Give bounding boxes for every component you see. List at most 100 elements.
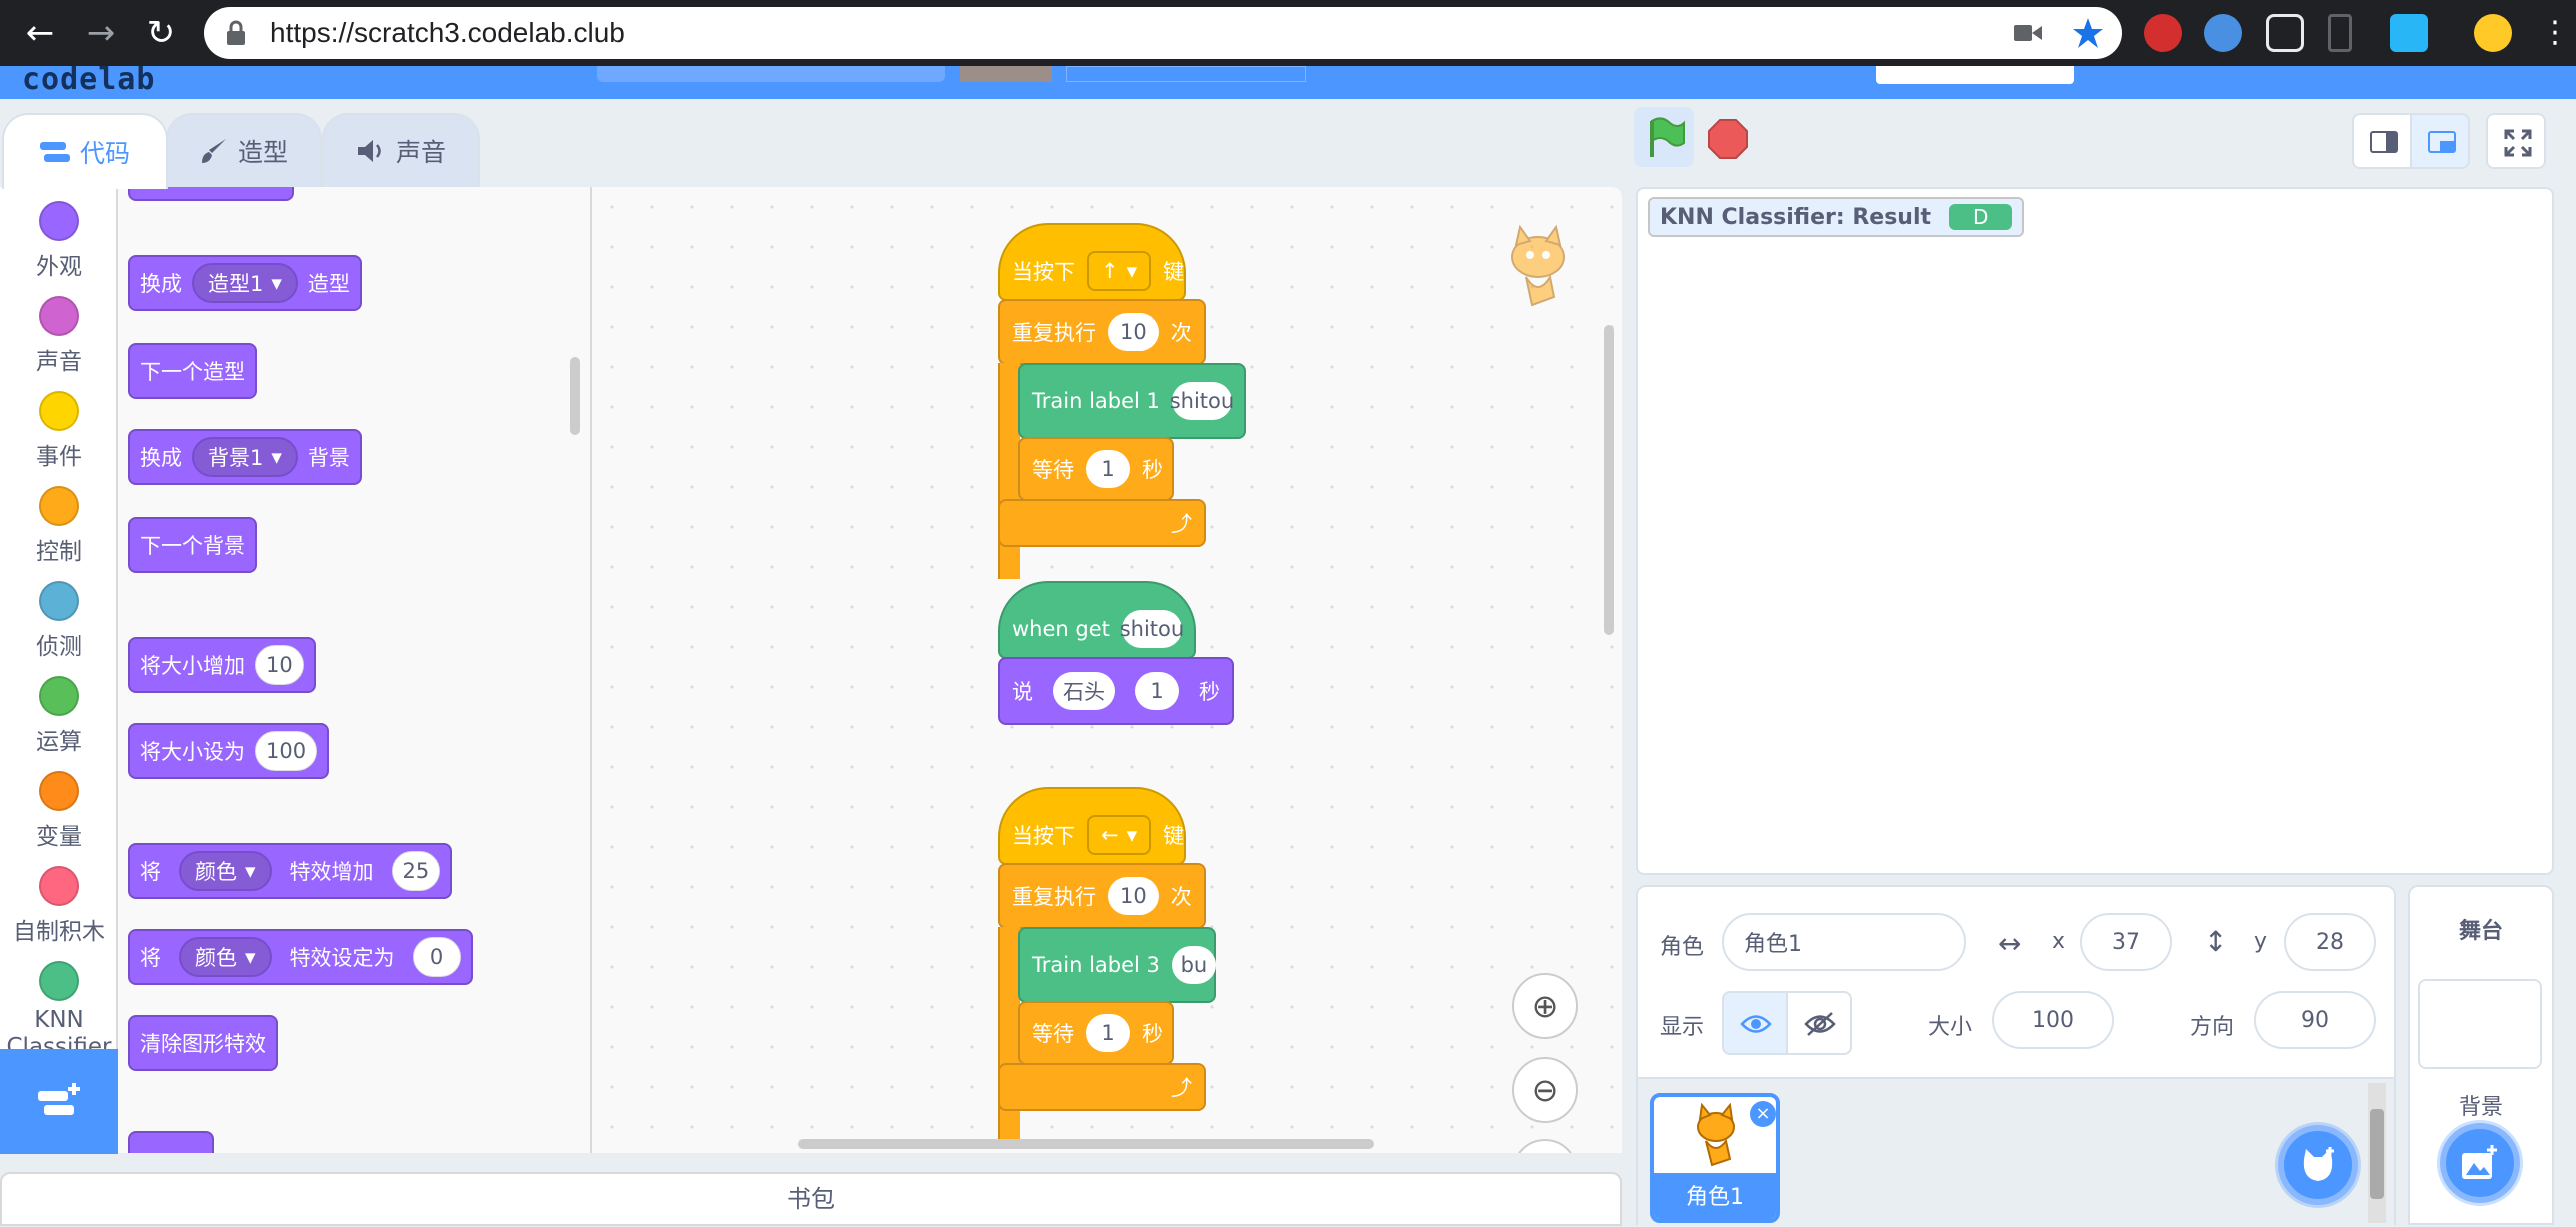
category-sensing[interactable]: 侦测: [0, 581, 116, 661]
number-input[interactable]: 1: [1086, 1014, 1130, 1052]
tab-code[interactable]: 代码: [2, 113, 168, 189]
number-input[interactable]: 1: [1086, 450, 1130, 488]
project-title-input[interactable]: [597, 66, 945, 82]
green-flag-button[interactable]: [1634, 107, 1694, 167]
number-input[interactable]: 10: [1108, 313, 1159, 351]
choose-backdrop-button[interactable]: [2440, 1123, 2520, 1203]
palette-set-effect-block[interactable]: 将 颜色 ▾ 特效设定为 0: [128, 929, 473, 985]
category-operators[interactable]: 运算: [0, 676, 116, 756]
share-button[interactable]: [960, 66, 1052, 82]
train-label-block[interactable]: Train label 1 shitou: [1018, 363, 1246, 439]
camera-blocked-icon[interactable]: [2014, 23, 2042, 43]
address-bar[interactable]: https://scratch3.codelab.club: [204, 7, 2122, 59]
palette-scrollbar[interactable]: [570, 357, 580, 435]
account-box[interactable]: [1876, 66, 2074, 84]
category-sound[interactable]: 声音: [0, 296, 116, 376]
extension-check-icon[interactable]: [2204, 14, 2242, 52]
tab-sounds[interactable]: 声音: [322, 113, 480, 187]
zoom-reset-button[interactable]: =: [1512, 1139, 1578, 1153]
train-label-block[interactable]: Train label 3 bu: [1018, 927, 1216, 1003]
add-extension-button[interactable]: [0, 1049, 118, 1154]
reload-icon[interactable]: ↻: [138, 10, 184, 56]
palette-next-costume-block[interactable]: 下一个造型: [128, 343, 257, 399]
wait-block[interactable]: 等待 1 秒: [1018, 437, 1174, 501]
category-events[interactable]: 事件: [0, 391, 116, 471]
repeat-block[interactable]: 重复执行 10 次: [998, 299, 1206, 365]
text-input[interactable]: shitou: [1120, 610, 1184, 648]
sprite-thumbnail[interactable]: 角色1 ×: [1650, 1093, 1780, 1223]
category-control[interactable]: 控制: [0, 486, 116, 566]
direction-input[interactable]: 90: [2254, 991, 2376, 1049]
sprite-name-input[interactable]: 角色1: [1722, 913, 1966, 971]
when-key-pressed-hat[interactable]: 当按下 ← ▾ 键: [998, 787, 1186, 865]
script-workspace[interactable]: 当按下 ↑ ▾ 键 重复执行 10 次 Train label 1 shitou …: [592, 187, 1622, 1153]
show-visible-button[interactable]: [1722, 991, 1788, 1055]
repeat-block[interactable]: 重复执行 10 次: [998, 863, 1206, 929]
category-variables[interactable]: 变量: [0, 771, 116, 851]
effect-dropdown[interactable]: 颜色 ▾: [179, 937, 272, 977]
fullscreen-button[interactable]: [2486, 113, 2546, 169]
palette-change-effect-block[interactable]: 将 颜色 ▾ 特效增加 25: [128, 843, 453, 899]
x-input[interactable]: 37: [2080, 913, 2172, 971]
y-input[interactable]: 28: [2284, 913, 2376, 971]
backdrop-dropdown[interactable]: 背景1 ▾: [192, 437, 298, 477]
say-for-secs-block[interactable]: 说 石头 1 秒: [998, 657, 1234, 725]
number-input[interactable]: 0: [412, 937, 461, 977]
wait-block[interactable]: 等待 1 秒: [1018, 1001, 1174, 1065]
zoom-in-button[interactable]: ⊕: [1512, 973, 1578, 1039]
sprite-list-scroll-thumb[interactable]: [2370, 1109, 2384, 1199]
small-stage-button[interactable]: [2352, 113, 2412, 169]
number-input[interactable]: 1: [1135, 672, 1179, 710]
large-stage-button[interactable]: [2410, 113, 2470, 169]
stage[interactable]: KNN Classifier: Result D: [1636, 187, 2554, 875]
costume-dropdown[interactable]: 造型1 ▾: [192, 263, 298, 303]
delete-sprite-icon[interactable]: ×: [1750, 1101, 1776, 1127]
number-input[interactable]: 10: [255, 645, 304, 685]
number-input[interactable]: 25: [391, 851, 441, 891]
text-input[interactable]: 石头: [1053, 672, 1115, 710]
key-dropdown[interactable]: ↑ ▾: [1087, 251, 1152, 291]
extension-glasses-icon[interactable]: [2266, 14, 2304, 52]
profile-avatar[interactable]: [2474, 14, 2512, 52]
palette-block-partial[interactable]: [128, 1131, 214, 1153]
palette-switch-backdrop-block[interactable]: 换成 背景1 ▾ 背景: [128, 429, 362, 485]
see-project-button[interactable]: [1066, 66, 1306, 82]
sprite-list-scrollbar[interactable]: [2368, 1083, 2386, 1223]
knn-result-monitor[interactable]: KNN Classifier: Result D: [1648, 197, 2025, 237]
category-looks[interactable]: 外观: [0, 201, 116, 281]
forward-icon[interactable]: →: [78, 10, 124, 56]
zoom-out-button[interactable]: ⊖: [1512, 1057, 1578, 1123]
palette-switch-costume-block[interactable]: 换成 造型1 ▾ 造型: [128, 255, 362, 311]
bookmark-star-icon[interactable]: [2072, 17, 2104, 49]
workspace-horizontal-scrollbar[interactable]: [798, 1139, 1374, 1149]
workspace-vertical-scrollbar[interactable]: [1604, 325, 1614, 635]
category-my-blocks[interactable]: 自制积木: [0, 866, 116, 946]
key-dropdown[interactable]: ← ▾: [1087, 815, 1152, 855]
when-key-pressed-hat[interactable]: 当按下 ↑ ▾ 键: [998, 223, 1186, 301]
effect-dropdown[interactable]: 颜色 ▾: [179, 851, 272, 891]
backpack[interactable]: 书包: [0, 1172, 1622, 1226]
choose-sprite-button[interactable]: [2278, 1125, 2358, 1205]
extension-stop-icon[interactable]: [2144, 14, 2182, 52]
text-input[interactable]: bu: [1171, 946, 1216, 984]
stop-icon[interactable]: [1708, 119, 1748, 159]
back-icon[interactable]: ←: [17, 10, 63, 56]
text-input[interactable]: shitou: [1170, 382, 1234, 420]
tab-costumes[interactable]: 造型: [166, 113, 322, 187]
extension-bookmark-icon[interactable]: [2328, 14, 2352, 52]
number-input[interactable]: 100: [255, 731, 318, 771]
size-input[interactable]: 100: [1992, 991, 2114, 1049]
stage-backdrop-thumbnail[interactable]: [2418, 979, 2542, 1069]
palette-next-backdrop-block[interactable]: 下一个背景: [128, 517, 257, 573]
when-get-hat[interactable]: when get shitou: [998, 581, 1196, 659]
palette-block-partial[interactable]: [128, 187, 294, 201]
codelab-logo[interactable]: codelab: [22, 66, 155, 97]
extension-translate-icon[interactable]: [2390, 14, 2428, 52]
show-hidden-button[interactable]: [1786, 991, 1852, 1055]
palette-change-size-block[interactable]: 将大小增加 10: [128, 637, 316, 693]
category-knn-classifier[interactable]: KNN Classifier: [0, 961, 116, 1061]
number-input[interactable]: 10: [1108, 877, 1159, 915]
more-menu-icon[interactable]: ⋮: [2532, 10, 2576, 56]
palette-clear-effects-block[interactable]: 清除图形特效: [128, 1015, 278, 1071]
palette-set-size-block[interactable]: 将大小设为 100: [128, 723, 330, 779]
